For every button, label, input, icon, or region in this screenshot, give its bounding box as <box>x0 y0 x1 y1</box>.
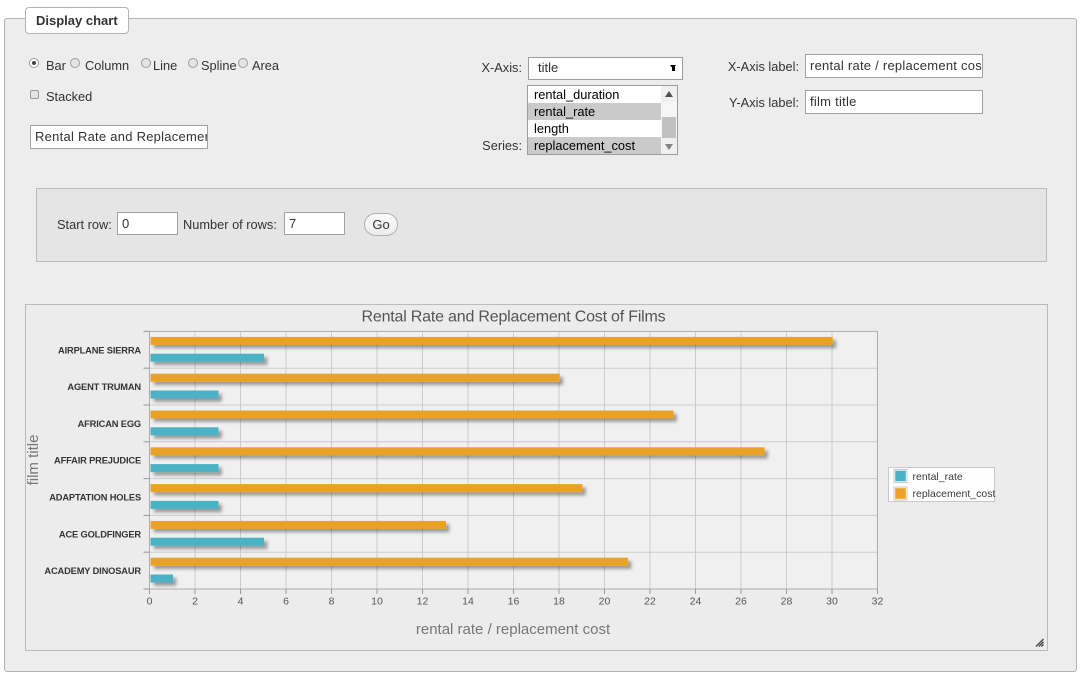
svg-text:6: 6 <box>283 596 289 608</box>
svg-text:20: 20 <box>599 596 611 608</box>
svg-text:24: 24 <box>690 596 702 608</box>
svg-text:rental rate / replacement cost: rental rate / replacement cost <box>416 621 611 638</box>
svg-text:AFFAIR PREJUDICE: AFFAIR PREJUDICE <box>54 456 141 466</box>
svg-text:film title: film title <box>25 435 42 486</box>
svg-text:10: 10 <box>371 596 383 608</box>
svg-text:AIRPLANE SIERRA: AIRPLANE SIERRA <box>58 345 141 355</box>
svg-text:rental_rate: rental_rate <box>913 471 963 483</box>
svg-text:26: 26 <box>735 596 747 608</box>
svg-text:Rental Rate and Replacement Co: Rental Rate and Replacement Cost of Film… <box>362 309 666 326</box>
svg-text:8: 8 <box>329 596 335 608</box>
svg-text:replacement_cost: replacement_cost <box>913 488 996 500</box>
svg-text:32: 32 <box>872 596 884 608</box>
svg-text:14: 14 <box>462 596 474 608</box>
svg-text:28: 28 <box>781 596 793 608</box>
svg-text:18: 18 <box>553 596 565 608</box>
svg-text:ADAPTATION HOLES: ADAPTATION HOLES <box>49 493 141 503</box>
svg-text:AGENT TRUMAN: AGENT TRUMAN <box>67 382 141 392</box>
svg-text:2: 2 <box>192 596 198 608</box>
svg-text:ACADEMY DINOSAUR: ACADEMY DINOSAUR <box>44 566 141 576</box>
svg-text:ACE GOLDFINGER: ACE GOLDFINGER <box>59 529 142 539</box>
svg-text:16: 16 <box>508 596 520 608</box>
svg-text:12: 12 <box>417 596 429 608</box>
svg-text:22: 22 <box>644 596 656 608</box>
svg-text:4: 4 <box>238 596 244 608</box>
svg-text:30: 30 <box>826 596 838 608</box>
svg-text:0: 0 <box>147 596 153 608</box>
svg-text:AFRICAN EGG: AFRICAN EGG <box>78 419 141 429</box>
